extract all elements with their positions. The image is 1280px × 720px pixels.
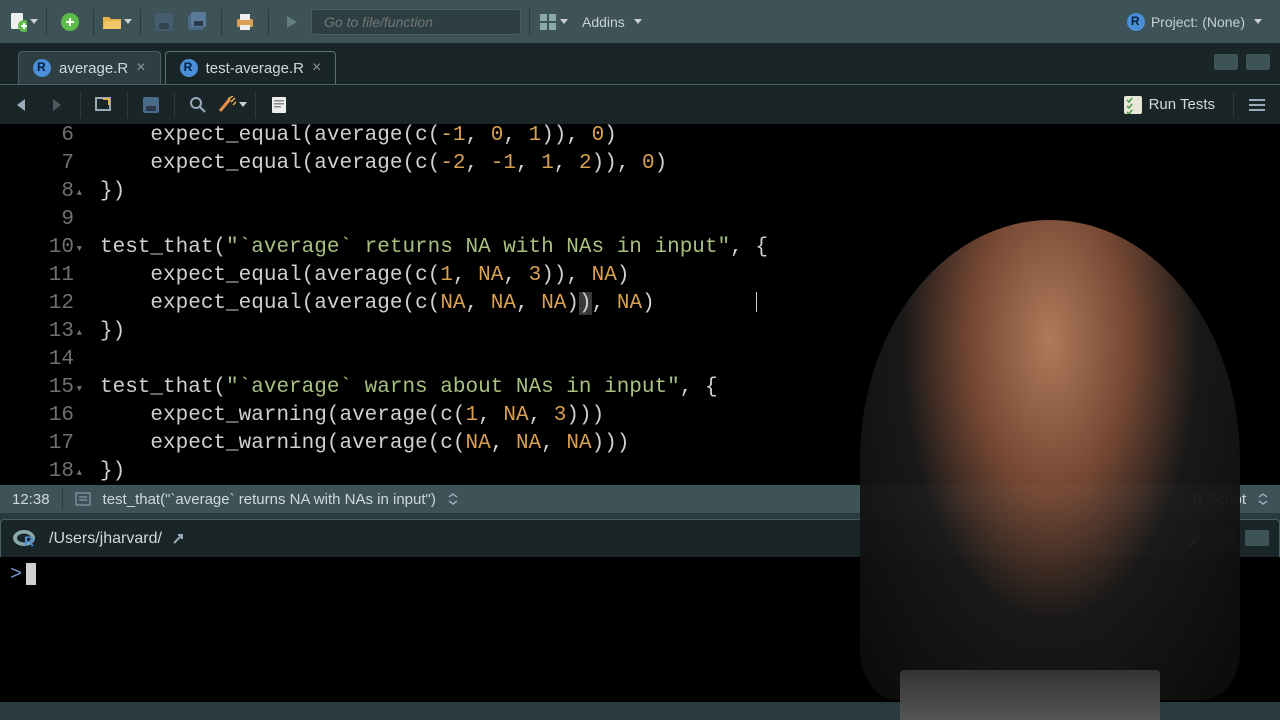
line-code: expect_equal(average(c(-2, -1, 1, 2)), 0…	[80, 152, 667, 180]
line-code: })	[80, 460, 125, 485]
line-number: 6	[0, 124, 80, 152]
line-code: })	[80, 320, 125, 348]
code-tools-button[interactable]	[217, 90, 247, 120]
maximize-pane-icon[interactable]	[1246, 54, 1270, 70]
line-number: 9	[0, 208, 80, 236]
console-prompt: >	[10, 563, 22, 586]
line-number: 15▼	[0, 376, 80, 404]
nav-fwd-button[interactable]	[42, 90, 72, 120]
presenter-laptop	[900, 670, 1160, 720]
editor-subtoolbar: Run Tests	[0, 84, 1280, 124]
save-file-button[interactable]	[136, 90, 166, 120]
print-button[interactable]	[230, 7, 260, 37]
line-code	[80, 348, 100, 376]
addins-button[interactable]: Addins	[572, 7, 652, 37]
line-code: expect_warning(average(c(NA, NA, NA)))	[80, 432, 629, 460]
line-code: expect_warning(average(c(1, NA, 3)))	[80, 404, 604, 432]
new-file-button[interactable]	[8, 7, 38, 37]
code-line-7[interactable]: 7 expect_equal(average(c(-2, -1, 1, 2)),…	[0, 152, 1280, 180]
scope-updown-icon[interactable]	[448, 493, 458, 505]
save-button[interactable]	[149, 7, 179, 37]
line-number: 8▲	[0, 180, 80, 208]
line-number: 10▼	[0, 236, 80, 264]
save-all-button[interactable]	[183, 7, 213, 37]
editor-tab-row: average.R × test-average.R ×	[0, 44, 1280, 84]
checklist-icon	[1124, 96, 1142, 114]
lang-updown-icon[interactable]	[1258, 493, 1268, 505]
close-tab-icon[interactable]: ×	[136, 59, 145, 77]
close-tab-icon[interactable]: ×	[312, 59, 321, 77]
line-number: 7	[0, 152, 80, 180]
line-number: 16	[0, 404, 80, 432]
r-console-icon: R	[11, 527, 39, 551]
addins-label: Addins	[582, 14, 625, 30]
line-number: 18▲	[0, 460, 80, 485]
minimize-pane-icon[interactable]	[1214, 54, 1238, 70]
line-code: expect_equal(average(c(-1, 0, 1)), 0)	[80, 124, 617, 152]
goto-file-input[interactable]	[311, 9, 521, 35]
show-in-new-window-button[interactable]	[89, 90, 119, 120]
code-line-8[interactable]: 8▲ })	[0, 180, 1280, 208]
tab-label: test-average.R	[206, 60, 304, 77]
line-code: test_that("`average` warns about NAs in …	[80, 376, 718, 404]
compile-report-button[interactable]	[264, 90, 294, 120]
run-tests-label: Run Tests	[1149, 96, 1215, 113]
console-cursor	[26, 563, 36, 585]
main-toolbar: Addins Project: (None)	[0, 0, 1280, 44]
tab-0[interactable]: average.R ×	[18, 51, 161, 84]
find-button[interactable]	[183, 90, 213, 120]
line-number: 17	[0, 432, 80, 460]
r-file-icon	[33, 59, 51, 77]
svg-text:R: R	[24, 533, 34, 549]
line-code: expect_equal(average(c(1, NA, 3)), NA)	[80, 264, 629, 292]
line-code: test_that("`average` returns NA with NAs…	[80, 236, 768, 264]
path-arrow-icon[interactable]	[172, 532, 188, 546]
line-number: 14	[0, 348, 80, 376]
project-menu[interactable]: Project: (None)	[1117, 7, 1272, 37]
console-maximize-icon[interactable]	[1245, 530, 1269, 546]
open-file-button[interactable]	[102, 7, 132, 37]
tab-label: average.R	[59, 60, 128, 77]
code-line-6[interactable]: 6 expect_equal(average(c(-1, 0, 1)), 0)	[0, 124, 1280, 152]
line-number: 13▲	[0, 320, 80, 348]
line-code	[80, 208, 100, 236]
outline-button[interactable]	[1242, 90, 1272, 120]
project-label: Project: (None)	[1151, 14, 1245, 30]
grid-view-button[interactable]	[538, 7, 568, 37]
cursor-position: 12:38	[12, 491, 50, 508]
r-file-icon	[180, 59, 198, 77]
line-code: expect_equal(average(c(NA, NA, NA)), NA)	[80, 292, 757, 320]
line-code: })	[80, 180, 125, 208]
goto-run-button[interactable]	[277, 7, 307, 37]
tab-1[interactable]: test-average.R ×	[165, 51, 337, 84]
scope-icon	[75, 492, 91, 506]
line-number: 12	[0, 292, 80, 320]
presenter-video-overlay	[860, 220, 1240, 700]
line-number: 11	[0, 264, 80, 292]
console-path: /Users/jharvard/	[49, 530, 162, 548]
new-project-button[interactable]	[55, 7, 85, 37]
r-logo-icon	[1127, 13, 1145, 31]
run-tests-button[interactable]: Run Tests	[1114, 96, 1225, 114]
scope-label[interactable]: test_that("`average` returns NA with NAs…	[103, 491, 436, 508]
nav-back-button[interactable]	[8, 90, 38, 120]
